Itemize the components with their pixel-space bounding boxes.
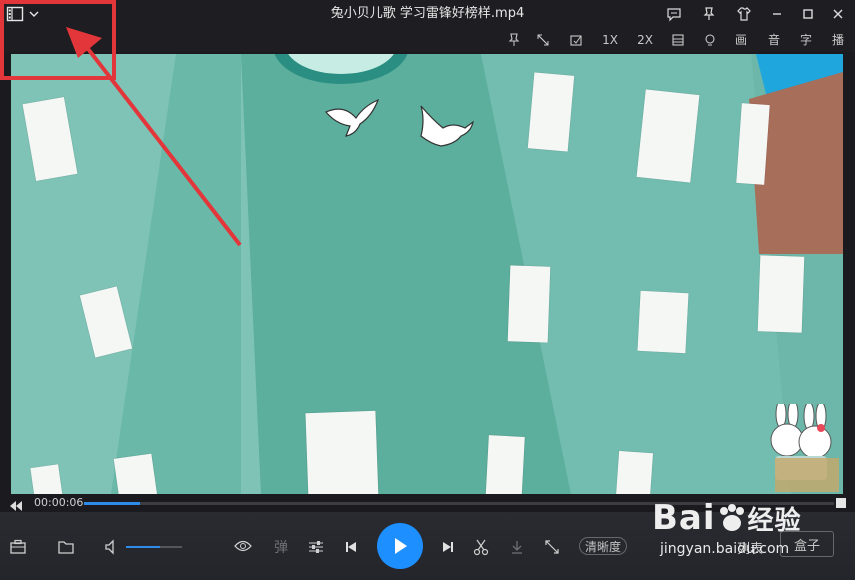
title-bar: 兔小贝儿歌 学习雷锋好榜样.mp4 [0,0,855,28]
eye-icon[interactable] [232,535,254,557]
volume-slider[interactable] [126,546,182,548]
expand-icon[interactable] [533,28,553,52]
message-icon[interactable] [663,4,685,24]
building-window [757,255,805,333]
subtitle-settings-button[interactable]: 字 [796,28,816,52]
volume-icon[interactable] [102,537,122,557]
play-button[interactable] [377,523,423,569]
toolbox-icon[interactable] [8,537,28,557]
current-time: 00:00:06 [34,496,84,509]
pin-icon[interactable] [504,28,524,52]
skin-icon[interactable] [733,4,755,24]
previous-icon[interactable] [341,537,361,557]
building-window [736,103,770,185]
building-window [113,453,159,494]
watermark-brand-cn: 经验 [747,506,802,536]
screenshot-icon[interactable] [566,28,586,52]
danmaku-button[interactable]: 弹 [270,536,292,558]
film-menu-icon[interactable] [6,5,24,23]
building-window [507,265,551,343]
pin-icon[interactable] [698,4,720,24]
building-window [527,72,575,152]
volume-fill [126,546,160,548]
building-window [637,290,689,354]
mosaic-patch [775,458,839,492]
fullscreen-icon[interactable] [541,536,563,558]
watermark-brand: Bai 经验 [652,498,802,538]
video-frame[interactable] [11,54,843,494]
speed-1x-button[interactable]: 1X [598,28,622,52]
play-icon [395,538,407,554]
playback-settings-button[interactable]: 播 [828,28,848,52]
watermark-brand-text: Bai [652,498,716,538]
window-title: 兔小贝儿歌 学习雷锋好榜样.mp4 [330,6,525,21]
fullscreen-corner-icon[interactable] [836,498,846,508]
building-window [485,435,525,494]
building-window [30,464,64,494]
light-bulb-icon[interactable] [700,28,720,52]
building-window [305,410,379,494]
open-folder-icon[interactable] [56,537,76,557]
picture-settings-button[interactable]: 画 [731,28,751,52]
scissors-icon[interactable] [470,536,492,558]
birds-illustration [325,98,474,147]
video-toolbar: 1X 2X 画 音 字 播 [0,28,855,52]
next-icon[interactable] [438,537,458,557]
building-window [636,89,700,183]
chevron-down-icon[interactable] [27,5,45,23]
download-icon[interactable] [506,536,528,558]
audio-settings-button[interactable]: 音 [764,28,784,52]
progress-fill [84,502,140,505]
quality-button[interactable]: 清晰度 [579,537,627,555]
equalizer-icon[interactable] [305,536,327,558]
window-size-icon[interactable] [668,28,688,52]
minimize-icon[interactable] [766,4,788,24]
speed-2x-button[interactable]: 2X [633,28,657,52]
building-window [614,450,654,494]
maximize-icon[interactable] [797,4,819,24]
paw-icon [716,502,748,532]
watermark-url: jingyan.baidu.com [660,541,790,557]
close-icon[interactable] [827,4,849,24]
